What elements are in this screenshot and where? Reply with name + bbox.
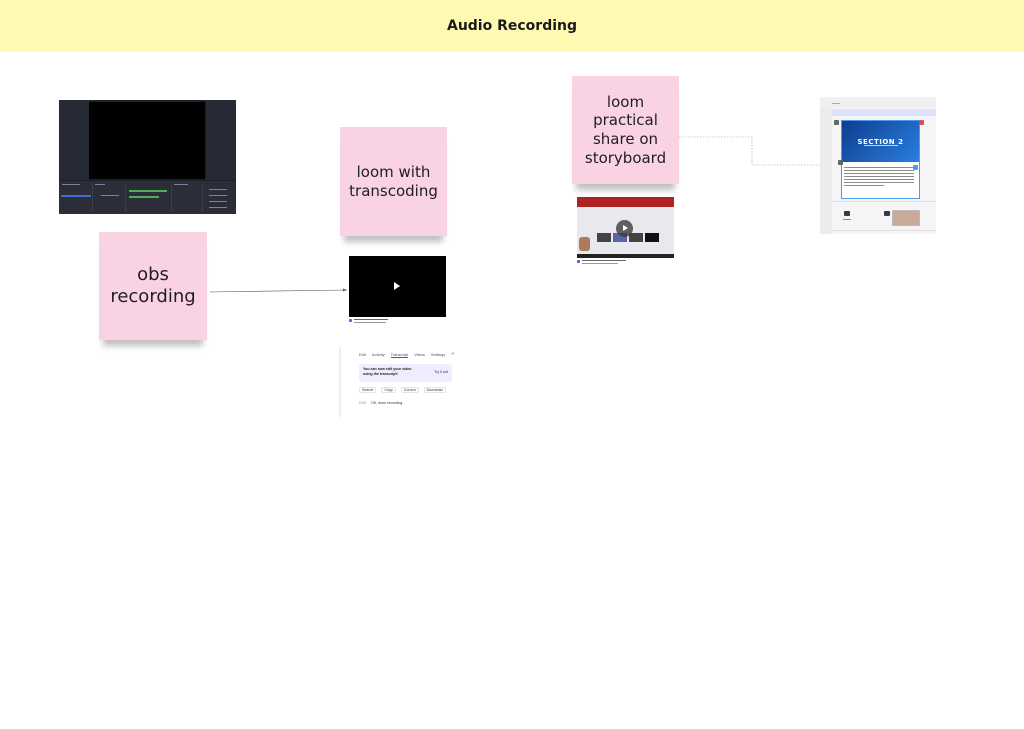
- loom-practical-thumbnail[interactable]: [577, 197, 674, 258]
- obs-scene-selected: [61, 195, 91, 197]
- obs-right-panel: [206, 100, 236, 180]
- storyboard-row-divider: [832, 201, 936, 202]
- obs-dock-label: [62, 184, 80, 185]
- loom-logo-icon: [349, 319, 352, 322]
- thumbnail-card: [645, 233, 659, 242]
- sticky-note-loom-transcoding[interactable]: loom with transcoding: [340, 127, 447, 236]
- transcript-timestamp[interactable]: 0:00: [359, 401, 366, 405]
- transcript-line[interactable]: OK, done recording.: [371, 401, 403, 405]
- storyboard-screenshot[interactable]: SECTION 2: [820, 97, 936, 234]
- obs-left-panel: [59, 100, 89, 180]
- correct-button[interactable]: Correct: [400, 387, 419, 393]
- storyboard-left-column: [820, 107, 832, 234]
- frame-description-line: [844, 170, 914, 171]
- tab-settings[interactable]: Settings: [431, 352, 445, 358]
- obs-dock-label: [101, 195, 119, 196]
- loom-logo-icon: [577, 260, 580, 263]
- frame-description-line: [844, 182, 914, 183]
- sticky-note-text: loom practical share on storyboard: [584, 92, 667, 167]
- video-caption-line: [354, 319, 388, 320]
- edit-notice-banner: You can now edit your video using the tr…: [359, 364, 452, 382]
- obs-control-button: [209, 201, 227, 202]
- obs-sources-pane: [92, 184, 125, 212]
- thumbnail-header-strip: [577, 197, 674, 207]
- play-icon[interactable]: [616, 220, 633, 237]
- tab-transcript[interactable]: Transcript: [390, 352, 409, 358]
- obs-transitions-pane: [171, 184, 202, 212]
- sticky-note-text: obs recording: [110, 263, 196, 308]
- more-tabs-icon[interactable]: »: [451, 351, 454, 357]
- obs-mixer-pane: [125, 184, 171, 212]
- connector-arrowhead: [343, 288, 347, 292]
- obs-preview: [89, 102, 205, 179]
- delete-icon[interactable]: [919, 120, 924, 125]
- copy-button[interactable]: Copy: [381, 387, 396, 393]
- video-control-bar: [577, 254, 674, 258]
- notice-text: You can now edit your video using the tr…: [363, 367, 412, 376]
- search-button[interactable]: Search: [359, 387, 377, 393]
- sticky-note-loom-practical[interactable]: loom practical share on storyboard: [572, 76, 679, 184]
- loom-transcript-panel[interactable]: Edit Activity Transcript Views Settings …: [339, 347, 458, 417]
- frame-label-line: [843, 219, 851, 220]
- frame-icon: [834, 120, 839, 125]
- board-header-banner: Audio Recording: [0, 0, 1024, 52]
- board-title: Audio Recording: [446, 18, 578, 34]
- connector-practical-to-storyboard[interactable]: [679, 136, 836, 166]
- tab-activity[interactable]: Activity: [372, 352, 385, 358]
- frame-description-line: [844, 173, 914, 174]
- transcript-actions: Search Copy Correct Download: [359, 387, 446, 393]
- storyboard-header-label: [832, 103, 840, 104]
- frame-icon: [838, 160, 843, 165]
- frame-description-line: [844, 176, 914, 177]
- play-icon[interactable]: [394, 282, 400, 290]
- video-caption-line: [582, 263, 618, 264]
- tab-views[interactable]: Views: [414, 352, 425, 358]
- obs-dock: [59, 181, 236, 214]
- thumbnail-card: [629, 233, 643, 242]
- transcript-tabs: Edit Activity Transcript Views Settings: [359, 352, 445, 358]
- obs-dock-label: [95, 184, 105, 185]
- slide-title: SECTION 2: [842, 121, 919, 162]
- download-button[interactable]: Download: [423, 387, 446, 393]
- obs-screenshot[interactable]: [59, 100, 236, 214]
- tab-edit[interactable]: Edit: [359, 352, 366, 358]
- thumbnail-card: [597, 233, 611, 242]
- loom-video-thumbnail[interactable]: [349, 256, 446, 317]
- sticky-note-text: loom with transcoding: [349, 162, 438, 200]
- connector-obs-to-loom[interactable]: [209, 289, 348, 293]
- storyboard-header: [820, 97, 936, 107]
- slide-subtitle-line: [864, 145, 898, 146]
- video-caption-line: [354, 322, 386, 323]
- storyboard-thumbnail[interactable]: [892, 210, 920, 226]
- obs-control-button: [209, 207, 227, 208]
- obs-audio-meter: [129, 196, 159, 198]
- frame-description-line: [844, 167, 914, 168]
- monitor-icon: [844, 211, 850, 216]
- storyboard-selected-band: [832, 109, 936, 116]
- presenter-avatar: [579, 237, 590, 251]
- obs-audio-meter: [129, 190, 167, 192]
- obs-control-button: [209, 189, 227, 190]
- try-it-out-button[interactable]: Try it out: [434, 370, 448, 374]
- frame-icon: [884, 211, 890, 216]
- video-caption-line: [582, 260, 626, 261]
- obs-control-button: [209, 195, 227, 196]
- obs-dock-label: [174, 184, 188, 185]
- frame-description-line: [844, 185, 884, 186]
- frame-description-line: [844, 179, 914, 180]
- storyboard-row-divider: [832, 230, 936, 231]
- sticky-note-obs-recording[interactable]: obs recording: [99, 232, 207, 340]
